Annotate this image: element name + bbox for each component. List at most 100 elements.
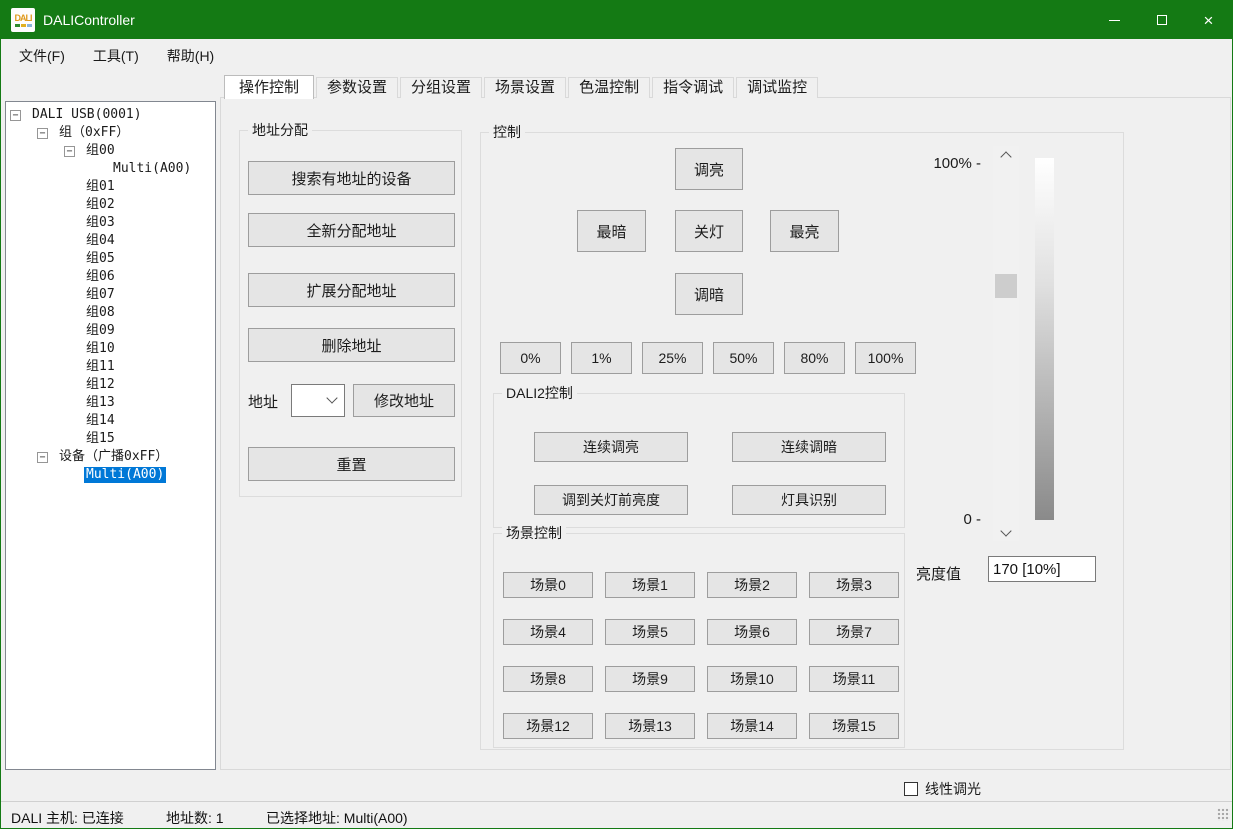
tree-item-label[interactable]: 组03 [84, 215, 117, 231]
percent-button[interactable]: 100% [855, 342, 916, 374]
tree-item-label[interactable]: 组13 [84, 395, 117, 411]
scene-button[interactable]: 场景11 [809, 666, 899, 692]
tree-item[interactable]: − 组12 [6, 376, 215, 394]
tab[interactable]: 场景设置 [484, 77, 566, 98]
tree-item[interactable]: − 组08 [6, 304, 215, 322]
scrollbar-thumb[interactable] [995, 274, 1017, 298]
scene-button[interactable]: 场景5 [605, 619, 695, 645]
tree-collapse-icon[interactable]: − [64, 146, 75, 157]
tree-item[interactable]: − 组00 [6, 142, 215, 160]
tree-item-label[interactable]: 组06 [84, 269, 117, 285]
tree-item-label[interactable]: 组04 [84, 233, 117, 249]
recall-last-level-button[interactable]: 调到关灯前亮度 [534, 485, 688, 515]
delete-address-button[interactable]: 删除地址 [248, 328, 455, 362]
tree-item[interactable]: − 组04 [6, 232, 215, 250]
tree-item[interactable]: − 组（0xFF） [6, 124, 215, 142]
tree-collapse-icon[interactable]: − [10, 110, 21, 121]
percent-button[interactable]: 25% [642, 342, 703, 374]
tree-item[interactable]: − 组06 [6, 268, 215, 286]
tree-item[interactable]: − 组07 [6, 286, 215, 304]
tree-item-label[interactable]: 组15 [84, 431, 117, 447]
tree-item-label[interactable]: 组08 [84, 305, 117, 321]
tree-collapse-icon[interactable]: − [37, 452, 48, 463]
tree-item-label[interactable]: Multi(A00) [84, 467, 166, 483]
scene-button[interactable]: 场景14 [707, 713, 797, 739]
maximize-button[interactable] [1138, 1, 1185, 39]
tree-item-label[interactable]: 组10 [84, 341, 117, 357]
tree-item[interactable]: − Multi(A00) [6, 466, 215, 484]
tree-item-label[interactable]: 组（0xFF） [57, 125, 131, 141]
tree-item[interactable]: − Multi(A00) [6, 160, 215, 178]
address-combobox[interactable] [291, 384, 345, 417]
tab[interactable]: 操作控制 [224, 75, 314, 99]
tree-item[interactable]: − 组11 [6, 358, 215, 376]
tree-collapse-icon[interactable]: − [37, 128, 48, 139]
tree-item[interactable]: − 组10 [6, 340, 215, 358]
tree-item[interactable]: − 组13 [6, 394, 215, 412]
scene-button[interactable]: 场景4 [503, 619, 593, 645]
device-tree[interactable]: − DALI USB(0001) − 组（0xFF） − 组00 − Multi… [5, 101, 216, 770]
tab[interactable]: 色温控制 [568, 77, 650, 98]
tree-item[interactable]: − 组14 [6, 412, 215, 430]
menu-item[interactable]: 工具(T) [93, 46, 139, 66]
tree-item-label[interactable]: 组12 [84, 377, 117, 393]
percent-button[interactable]: 50% [713, 342, 774, 374]
tab[interactable]: 分组设置 [400, 77, 482, 98]
dim-button[interactable]: 调暗 [675, 273, 743, 315]
min-brightness-button[interactable]: 最暗 [577, 210, 646, 252]
tree-item-label[interactable]: Multi(A00) [111, 161, 193, 177]
continuous-brighten-button[interactable]: 连续调亮 [534, 432, 688, 462]
tab[interactable]: 调试监控 [736, 77, 818, 98]
lamp-off-button[interactable]: 关灯 [675, 210, 743, 252]
tab[interactable]: 指令调试 [652, 77, 734, 98]
tree-item-label[interactable]: 组02 [84, 197, 117, 213]
brighten-button[interactable]: 调亮 [675, 148, 743, 190]
scene-button[interactable]: 场景7 [809, 619, 899, 645]
scene-button[interactable]: 场景3 [809, 572, 899, 598]
scene-button[interactable]: 场景10 [707, 666, 797, 692]
tree-item-label[interactable]: 组09 [84, 323, 117, 339]
scene-button[interactable]: 场景9 [605, 666, 695, 692]
scene-button[interactable]: 场景15 [809, 713, 899, 739]
scene-button[interactable]: 场景2 [707, 572, 797, 598]
percent-button[interactable]: 80% [784, 342, 845, 374]
tree-item[interactable]: − 组15 [6, 430, 215, 448]
reset-button[interactable]: 重置 [248, 447, 455, 481]
scroll-up-button[interactable] [993, 146, 1019, 163]
tree-item[interactable]: − 设备（广播0xFF） [6, 448, 215, 466]
modify-address-button[interactable]: 修改地址 [353, 384, 455, 417]
tree-item[interactable]: − 组09 [6, 322, 215, 340]
scene-button[interactable]: 场景1 [605, 572, 695, 598]
continuous-dim-button[interactable]: 连续调暗 [732, 432, 886, 462]
tree-item[interactable]: − 组01 [6, 178, 215, 196]
tree-item[interactable]: − 组05 [6, 250, 215, 268]
tree-item-label[interactable]: 设备（广播0xFF） [57, 449, 170, 465]
tree-item-label[interactable]: 组05 [84, 251, 117, 267]
close-button[interactable]: × [1185, 1, 1232, 39]
assign-new-address-button[interactable]: 全新分配地址 [248, 213, 455, 247]
tree-item[interactable]: − 组02 [6, 196, 215, 214]
brightness-value-input[interactable] [988, 556, 1096, 582]
brightness-scrollbar[interactable] [993, 146, 1019, 541]
extend-assign-address-button[interactable]: 扩展分配地址 [248, 273, 455, 307]
menu-item[interactable]: 帮助(H) [167, 46, 214, 66]
scene-button[interactable]: 场景6 [707, 619, 797, 645]
tree-item[interactable]: − 组03 [6, 214, 215, 232]
tree-item[interactable]: − DALI USB(0001) [6, 106, 215, 124]
scene-button[interactable]: 场景8 [503, 666, 593, 692]
percent-button[interactable]: 0% [500, 342, 561, 374]
minimize-button[interactable] [1091, 1, 1138, 39]
scene-button[interactable]: 场景12 [503, 713, 593, 739]
search-addressed-devices-button[interactable]: 搜索有地址的设备 [248, 161, 455, 195]
scene-button[interactable]: 场景0 [503, 572, 593, 598]
scene-button[interactable]: 场景13 [605, 713, 695, 739]
tree-item-label[interactable]: 组01 [84, 179, 117, 195]
tree-item-label[interactable]: DALI USB(0001) [30, 107, 144, 123]
scroll-down-button[interactable] [993, 524, 1019, 541]
tree-item-label[interactable]: 组00 [84, 143, 117, 159]
tree-item-label[interactable]: 组14 [84, 413, 117, 429]
menu-item[interactable]: 文件(F) [19, 46, 65, 66]
max-brightness-button[interactable]: 最亮 [770, 210, 839, 252]
tree-item-label[interactable]: 组11 [84, 359, 117, 375]
tree-item-label[interactable]: 组07 [84, 287, 117, 303]
